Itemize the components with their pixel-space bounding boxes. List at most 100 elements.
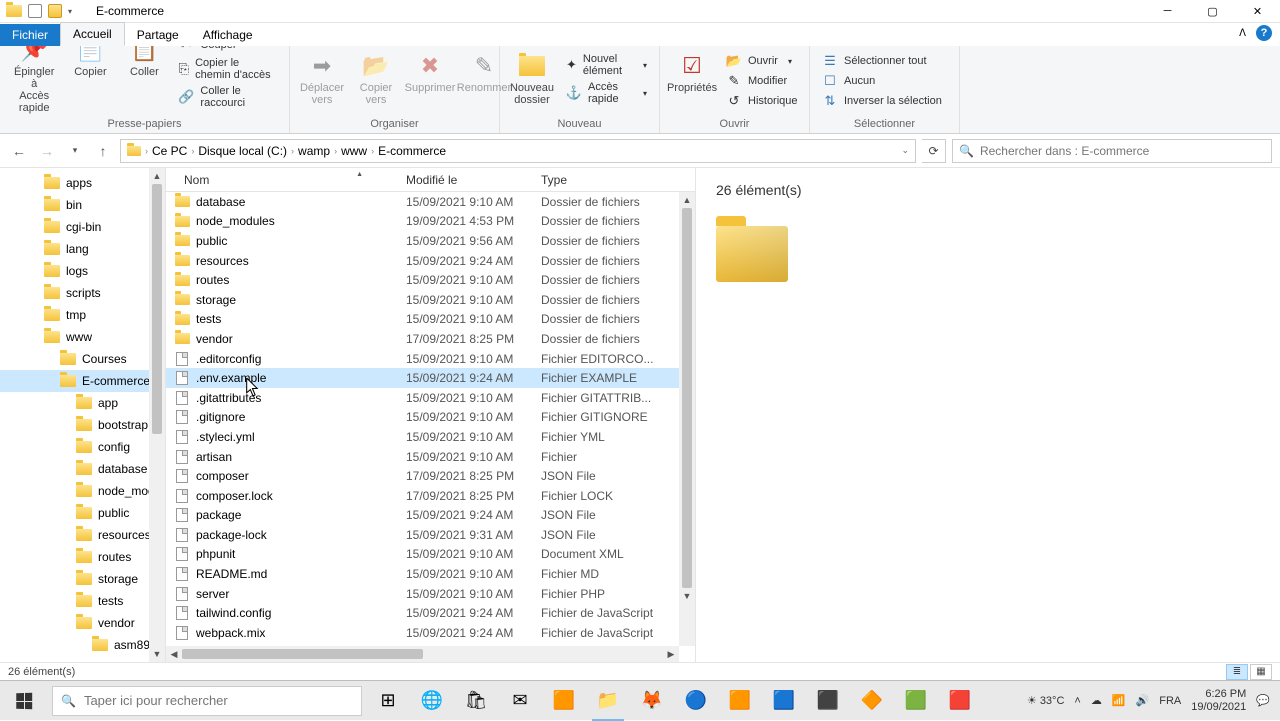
tree-item[interactable]: public [0, 502, 165, 524]
tab-share[interactable]: Partage [125, 24, 191, 46]
select-all-button[interactable]: ☰Sélectionner tout [818, 52, 946, 70]
tray-onedrive-icon[interactable]: ☁ [1091, 694, 1102, 707]
taskbar-search-input[interactable] [84, 693, 353, 708]
file-row[interactable]: .editorconfig15/09/2021 9:10 AMFichier E… [166, 349, 695, 369]
column-type[interactable]: Type [541, 173, 661, 187]
tray-notifications-icon[interactable]: 💬 [1256, 694, 1270, 707]
file-row[interactable]: node_modules19/09/2021 4:53 PMDossier de… [166, 212, 695, 232]
new-folder-button[interactable]: Nouveau dossier [508, 50, 556, 108]
history-button[interactable]: ↺Historique [722, 92, 802, 110]
tree-item[interactable]: E-commerce [0, 370, 165, 392]
taskbar-app1[interactable]: 🔶 [850, 681, 894, 721]
column-name[interactable]: Nom▲ [166, 173, 406, 187]
file-row[interactable]: tailwind.config15/09/2021 9:24 AMFichier… [166, 603, 695, 623]
rename-button[interactable]: ✎Renommer [460, 50, 508, 96]
taskbar-search[interactable]: 🔍 [52, 686, 362, 716]
search-box[interactable]: 🔍 [952, 139, 1272, 163]
tree-item[interactable]: asm89 [0, 634, 165, 656]
scroll-thumb[interactable] [182, 649, 423, 659]
qat-properties-icon[interactable] [28, 4, 42, 18]
scroll-thumb[interactable] [152, 184, 162, 434]
file-row[interactable]: composer.lock17/09/2021 8:25 PMFichier L… [166, 486, 695, 506]
scroll-left-icon[interactable]: ◀ [166, 646, 182, 662]
tray-volume-icon[interactable]: 🔊 [1136, 694, 1150, 707]
tree-item[interactable]: app [0, 392, 165, 414]
copy-path-button[interactable]: ⎘Copier le chemin d'accès [174, 56, 281, 82]
tree-item[interactable]: vendor [0, 612, 165, 634]
tree-item[interactable]: node_modules [0, 480, 165, 502]
weather-widget[interactable]: ☀ 33°C [1027, 694, 1065, 707]
delete-button[interactable]: ✖Supprimer [406, 50, 454, 96]
crumb-4[interactable]: E-commerce [378, 144, 446, 158]
nav-up-button[interactable]: ↑ [92, 140, 114, 162]
tray-overflow-icon[interactable]: ˄ [1074, 695, 1080, 707]
tree-item[interactable]: www [0, 326, 165, 348]
file-row[interactable]: storage15/09/2021 9:10 AMDossier de fich… [166, 290, 695, 310]
taskbar-app3[interactable]: 🟥 [938, 681, 982, 721]
tree-item[interactable]: tmp [0, 304, 165, 326]
folder-tree[interactable]: appsbincgi-binlanglogsscriptstmpwwwCours… [0, 168, 166, 662]
column-modified[interactable]: Modifié le [406, 173, 541, 187]
file-row[interactable]: .gitattributes15/09/2021 9:10 AMFichier … [166, 388, 695, 408]
tree-item[interactable]: cgi-bin [0, 216, 165, 238]
file-row[interactable]: vendor17/09/2021 8:25 PMDossier de fichi… [166, 329, 695, 349]
new-item-button[interactable]: ✦Nouvel élément▾ [562, 52, 651, 78]
scroll-down-icon[interactable]: ▼ [679, 588, 695, 604]
tree-item[interactable]: routes [0, 546, 165, 568]
search-input[interactable] [980, 144, 1265, 158]
properties-button[interactable]: ☑Propriétés [668, 50, 716, 96]
move-to-button[interactable]: ➡Déplacer vers [298, 50, 346, 108]
easy-access-button[interactable]: ⚓Accès rapide▾ [562, 80, 651, 106]
file-row[interactable]: .gitignore15/09/2021 9:10 AMFichier GITI… [166, 408, 695, 428]
scroll-thumb[interactable] [682, 208, 692, 588]
taskbar-word[interactable]: 🟦 [762, 681, 806, 721]
nav-forward-button[interactable]: → [36, 140, 58, 162]
scroll-down-icon[interactable]: ▼ [149, 646, 165, 662]
tree-item[interactable]: scripts [0, 282, 165, 304]
edit-button[interactable]: ✎Modifier [722, 72, 802, 90]
minimize-button[interactable]: ─ [1145, 0, 1190, 23]
taskbar-edge[interactable]: 🌐 [410, 681, 454, 721]
crumb-3[interactable]: www [341, 144, 367, 158]
file-row[interactable]: resources15/09/2021 9:24 AMDossier de fi… [166, 251, 695, 271]
refresh-button[interactable]: ⟳ [922, 139, 946, 163]
system-tray[interactable]: ☀ 33°C ˄ ☁ 📶 🔊 FRA 6:26 PM 19/09/2021 💬 [1017, 688, 1280, 713]
tree-item[interactable]: tests [0, 590, 165, 612]
file-row[interactable]: phpunit15/09/2021 9:10 AMDocument XML [166, 545, 695, 565]
pin-quickaccess-button[interactable]: 📌 Épingler à Accès rapide [8, 34, 60, 116]
taskbar-mail[interactable]: ✉ [498, 681, 542, 721]
taskbar-office[interactable]: 🟧 [542, 681, 586, 721]
qat-dropdown-icon[interactable]: ▾ [68, 7, 72, 16]
tree-item[interactable]: bin [0, 194, 165, 216]
file-row[interactable]: package-lock15/09/2021 9:31 AMJSON File [166, 525, 695, 545]
tree-item[interactable]: Courses [0, 348, 165, 370]
taskbar-app2[interactable]: 🟩 [894, 681, 938, 721]
select-none-button[interactable]: ☐Aucun [818, 72, 946, 90]
file-row[interactable]: database15/09/2021 9:10 AMDossier de fic… [166, 192, 695, 212]
taskbar-store[interactable]: 🛍 [454, 681, 498, 721]
file-row[interactable]: tests15/09/2021 9:10 AMDossier de fichie… [166, 310, 695, 330]
nav-recent-dropdown[interactable]: ▾ [64, 140, 86, 162]
tray-network-icon[interactable]: 📶 [1112, 694, 1126, 707]
file-row[interactable]: README.md15/09/2021 9:10 AMFichier MD [166, 564, 695, 584]
tree-item[interactable]: database [0, 458, 165, 480]
file-row[interactable]: .styleci.yml15/09/2021 9:10 AMFichier YM… [166, 427, 695, 447]
maximize-button[interactable]: ▢ [1190, 0, 1235, 23]
tree-item[interactable]: storage [0, 568, 165, 590]
taskbar-chrome[interactable]: 🔵 [674, 681, 718, 721]
tray-language[interactable]: FRA [1159, 695, 1181, 707]
crumb-1[interactable]: Disque local (C:) [198, 144, 287, 158]
tree-item[interactable]: apps [0, 172, 165, 194]
address-bar[interactable]: › Ce PC› Disque local (C:)› wamp› www› E… [120, 139, 916, 163]
view-details-button[interactable]: ≣ [1226, 664, 1248, 680]
view-icons-button[interactable]: ▦ [1250, 664, 1272, 680]
tree-item[interactable]: logs [0, 260, 165, 282]
tree-item[interactable]: lang [0, 238, 165, 260]
tree-item[interactable]: bootstrap [0, 414, 165, 436]
address-dropdown-icon[interactable]: ⌄ [901, 145, 909, 156]
paste-shortcut-button[interactable]: 🔗Coller le raccourci [174, 84, 281, 110]
close-button[interactable]: ✕ [1235, 0, 1280, 23]
taskbar-explorer[interactable]: 📁 [586, 681, 630, 721]
start-button[interactable] [0, 681, 48, 721]
copy-to-button[interactable]: 📂Copier vers [352, 50, 400, 108]
